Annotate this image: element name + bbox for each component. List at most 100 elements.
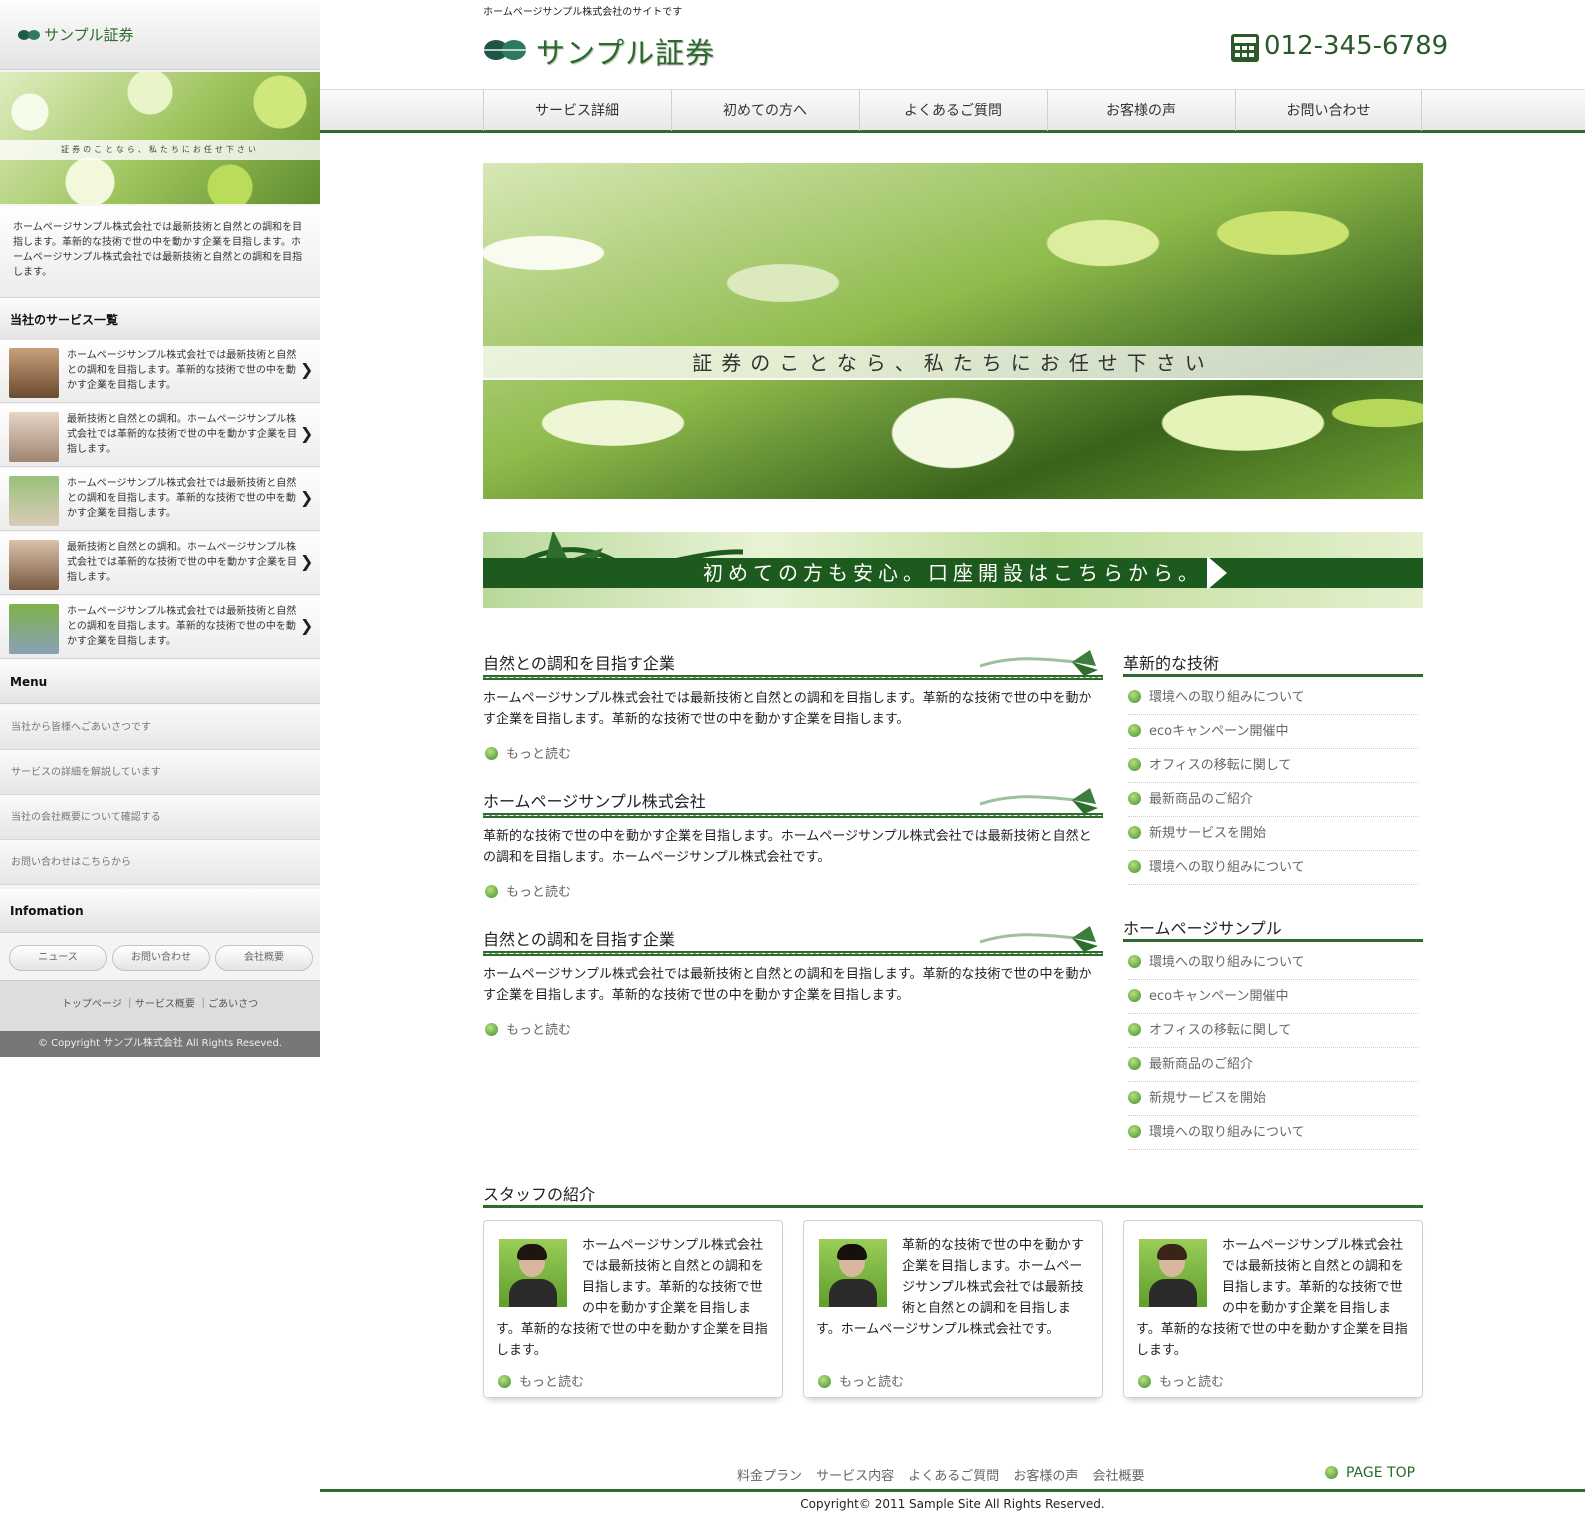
phone-number[interactable]: 012-345-6789 <box>1264 31 1448 61</box>
service-thumbnail <box>9 412 59 462</box>
read-more-link[interactable]: もっと読む <box>485 743 571 762</box>
arrow-bullet-icon <box>485 747 498 760</box>
mobile-menu-item[interactable]: 当社の会社概要について確認する <box>0 795 320 840</box>
footer-links[interactable]: 料金プラン サービス内容 よくあるご質問 お客様の声 会社概要 <box>737 1465 1145 1484</box>
sidebar-divider <box>1123 939 1423 942</box>
sidebar-link-label: 環境への取り組みについて <box>1149 690 1305 705</box>
sidebar-link[interactable]: 新規サービスを開始 <box>1128 817 1418 851</box>
read-more-link[interactable]: もっと読む <box>485 881 571 900</box>
arrow-bullet-icon <box>1128 690 1141 703</box>
sidebar-link-label: 新規サービスを開始 <box>1149 826 1267 841</box>
staff-text-wrap: ホームページサンプル株式会社では最新技術と自然との調和を目指します。革新的な技術… <box>1136 1235 1412 1361</box>
sidebar-link[interactable]: 環境への取り組みについて <box>1128 946 1418 980</box>
mobile-preview-panel: サンプル証券 証券のことなら、私たちにお任せ下さい ホームページサンプル株式会社… <box>0 0 320 1057</box>
nav-contact[interactable]: お問い合わせ <box>1235 90 1422 131</box>
mobile-menu-item[interactable]: 当社から皆様へごあいさつです <box>0 705 320 750</box>
sidebar-divider <box>1123 674 1423 677</box>
arrow-bullet-icon <box>485 885 498 898</box>
read-more-label: もっと読む <box>506 885 572 900</box>
article-title[interactable]: 自然との調和を目指す企業 <box>483 650 675 674</box>
sidebar-link[interactable]: ecoキャンペーン開催中 <box>1128 715 1418 749</box>
read-more-label: もっと読む <box>506 1023 572 1038</box>
service-text: ホームページサンプル株式会社では最新技術と自然との調和を目指します。革新的な技術… <box>67 478 297 519</box>
nav-service-detail[interactable]: サービス詳細 <box>483 90 670 131</box>
read-more-link[interactable]: もっと読む <box>498 1371 584 1390</box>
staff-text-wrap: 革新的な技術で世の中を動かす企業を目指します。ホームページサンプル株式会社では最… <box>816 1235 1092 1340</box>
arrow-bullet-icon <box>818 1375 831 1388</box>
site-logo[interactable]: サンプル証券 <box>536 30 715 72</box>
arrow-bullet-icon <box>1128 724 1141 737</box>
mobile-contact-button[interactable]: お問い合わせ <box>112 945 210 971</box>
sidebar-link[interactable]: 環境への取り組みについて <box>1128 1116 1418 1150</box>
mobile-hero-image: 証券のことなら、私たちにお任せ下さい <box>0 72 320 204</box>
mobile-copyright: © Copyright サンプル株式会社 All Rights Reseved. <box>0 1031 320 1057</box>
article-body: ホームページサンプル株式会社では最新技術と自然との調和を目指します。革新的な技術… <box>483 967 1092 1003</box>
sidebar-link[interactable]: オフィスの移転に関して <box>1128 1014 1418 1048</box>
nav-voice[interactable]: お客様の声 <box>1047 90 1234 131</box>
article-divider <box>483 813 1103 818</box>
mobile-service-item[interactable]: 最新技術と自然との調和。ホームページサンプル株式会社では革新的な技術で世の中を動… <box>0 404 320 467</box>
read-more-label: もっと読む <box>839 1375 905 1390</box>
service-thumbnail <box>9 540 59 590</box>
banner-arrow-icon <box>1207 556 1227 590</box>
read-more-link[interactable]: もっと読む <box>1138 1371 1224 1390</box>
page-top-link[interactable]: PAGE TOP <box>1325 1465 1415 1481</box>
sidebar-link-label: オフィスの移転に関して <box>1149 758 1292 773</box>
arrow-bullet-icon <box>1128 826 1141 839</box>
service-text: 最新技術と自然との調和。ホームページサンプル株式会社では革新的な技術で世の中を動… <box>67 414 297 455</box>
sidebar-section-title: ホームページサンプル <box>1123 919 1282 938</box>
sidebar-link-label: ecoキャンペーン開催中 <box>1149 989 1289 1004</box>
sidebar-link[interactable]: 環境への取り組みについて <box>1128 851 1418 885</box>
read-more-label: もっと読む <box>506 747 572 762</box>
mobile-service-item[interactable]: 最新技術と自然との調和。ホームページサンプル株式会社では革新的な技術で世の中を動… <box>0 532 320 595</box>
article-title[interactable]: 自然との調和を目指す企業 <box>483 926 675 950</box>
mobile-service-item[interactable]: ホームページサンプル株式会社では最新技術と自然との調和を目指します。革新的な技術… <box>0 468 320 531</box>
sidebar-link-label: 最新商品のご紹介 <box>1149 1057 1254 1072</box>
sidebar-link[interactable]: 最新商品のご紹介 <box>1128 783 1418 817</box>
mobile-service-item[interactable]: ホームページサンプル株式会社では最新技術と自然との調和を目指します。革新的な技術… <box>0 340 320 403</box>
ribbon-bow-icon <box>980 926 1098 952</box>
mobile-logo-text[interactable]: サンプル証券 <box>44 24 134 45</box>
arrow-bullet-icon <box>1128 1125 1141 1138</box>
sidebar-link[interactable]: オフィスの移転に関して <box>1128 749 1418 783</box>
arrow-bullet-icon <box>1128 792 1141 805</box>
arrow-bullet-icon <box>1128 1057 1141 1070</box>
mobile-news-button[interactable]: ニュース <box>9 945 107 971</box>
service-text: ホームページサンプル株式会社では最新技術と自然との調和を目指します。革新的な技術… <box>67 606 297 647</box>
article-divider <box>483 675 1103 680</box>
staff-card: 革新的な技術で世の中を動かす企業を目指します。ホームページサンプル株式会社では最… <box>803 1220 1103 1398</box>
read-more-link[interactable]: もっと読む <box>485 1019 571 1038</box>
nav-first-time[interactable]: 初めての方へ <box>671 90 858 131</box>
read-more-label: もっと読む <box>519 1375 585 1390</box>
mobile-menu-item[interactable]: サービスの詳細を解説しています <box>0 750 320 795</box>
chevron-right-icon: ❯ <box>300 616 314 635</box>
phone-icon <box>1231 34 1259 62</box>
article-body: ホームページサンプル株式会社では最新技術と自然との調和を目指します。革新的な技術… <box>483 691 1092 727</box>
arrow-bullet-icon <box>1128 955 1141 968</box>
read-more-link[interactable]: もっと読む <box>818 1371 904 1390</box>
article-title[interactable]: ホームページサンプル株式会社 <box>483 788 706 812</box>
arrow-bullet-icon <box>1128 989 1141 1002</box>
nav-faq[interactable]: よくあるご質問 <box>859 90 1046 131</box>
sidebar-link-label: 環境への取り組みについて <box>1149 955 1305 970</box>
sidebar-link[interactable]: 環境への取り組みについて <box>1128 681 1418 715</box>
chevron-right-icon: ❯ <box>300 488 314 507</box>
account-open-banner[interactable]: 初めての方も安心。口座開設はこちらから。 <box>483 532 1423 608</box>
read-more-label: もっと読む <box>1159 1375 1225 1390</box>
service-thumbnail <box>9 348 59 398</box>
mobile-menu-title: Menu <box>0 660 320 704</box>
mobile-menu-item[interactable]: お問い合わせはこちらから <box>0 840 320 885</box>
service-text: ホームページサンプル株式会社では最新技術と自然との調和を目指します。革新的な技術… <box>67 350 297 391</box>
arrow-bullet-icon <box>1128 1091 1141 1104</box>
sidebar-link-label: 環境への取り組みについて <box>1149 860 1305 875</box>
staff-card: ホームページサンプル株式会社では最新技術と自然との調和を目指します。革新的な技術… <box>483 1220 783 1398</box>
mobile-company-button[interactable]: 会社概要 <box>215 945 313 971</box>
sidebar-link[interactable]: 最新商品のご紹介 <box>1128 1048 1418 1082</box>
arrow-up-icon <box>1325 1466 1338 1479</box>
sidebar-link[interactable]: 新規サービスを開始 <box>1128 1082 1418 1116</box>
chevron-right-icon: ❯ <box>300 360 314 379</box>
sidebar-link[interactable]: ecoキャンペーン開催中 <box>1128 980 1418 1014</box>
arrow-bullet-icon <box>1128 860 1141 873</box>
mobile-footer-links[interactable]: トップページ ｜サービス概要 ｜ごあいさつ <box>0 980 320 1031</box>
mobile-service-item[interactable]: ホームページサンプル株式会社では最新技術と自然との調和を目指します。革新的な技術… <box>0 596 320 659</box>
